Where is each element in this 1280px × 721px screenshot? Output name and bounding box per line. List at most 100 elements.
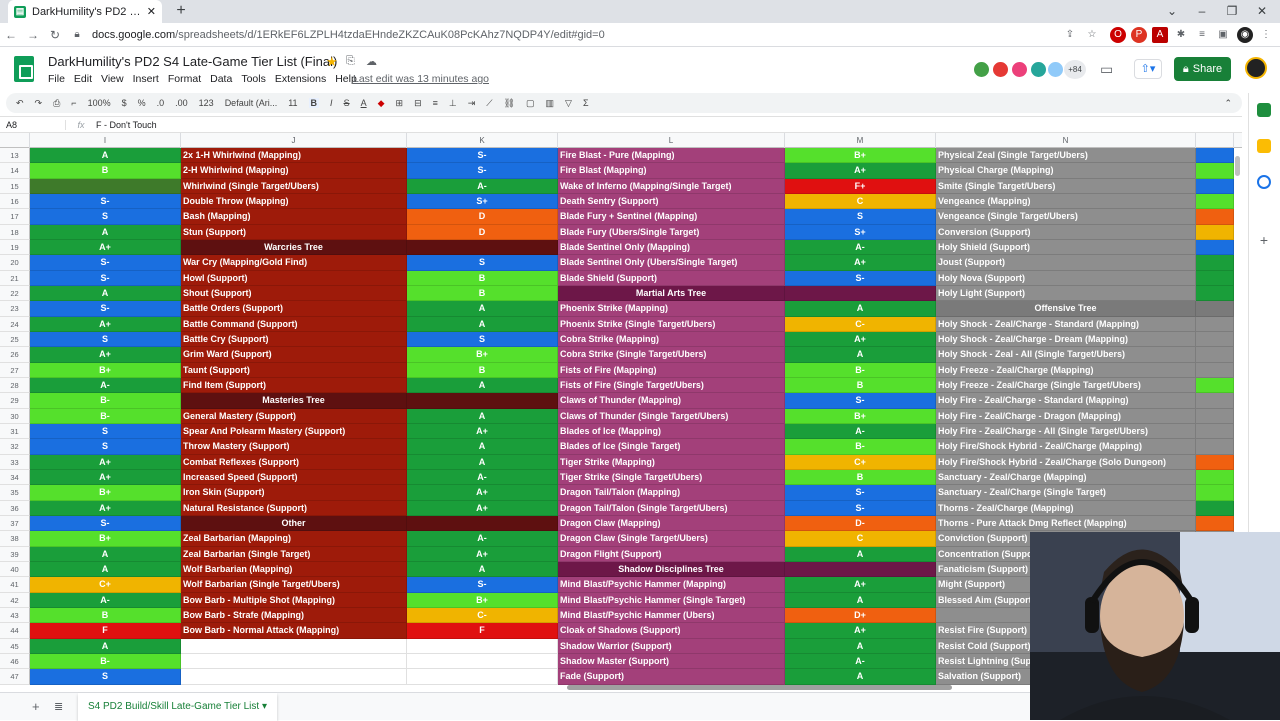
row-number[interactable]: 47: [0, 669, 30, 685]
skill-name-cell[interactable]: Fists of Fire (Mapping): [558, 362, 785, 378]
tier-cell[interactable]: A+: [30, 239, 181, 256]
skill-name-cell[interactable]: Bash (Mapping): [181, 209, 407, 225]
tier-cell[interactable]: A: [30, 638, 181, 654]
section-header-cell[interactable]: Offensive Tree: [936, 301, 1196, 317]
skill-name-cell[interactable]: Tiger Strike (Mapping): [558, 454, 785, 470]
add-sheet-icon[interactable]: +: [32, 699, 40, 714]
skill-name-cell[interactable]: Increased Speed (Support): [181, 469, 407, 486]
restore-icon[interactable]: ❐: [1222, 2, 1242, 20]
tier-cell[interactable]: S-: [30, 515, 181, 532]
tier-cell[interactable]: B+: [407, 592, 558, 608]
skill-name-cell[interactable]: Spear And Polearm Mastery (Support): [181, 423, 407, 440]
all-sheets-icon[interactable]: ≣: [54, 700, 63, 713]
tier-cell[interactable]: S-: [30, 270, 181, 286]
skill-name-cell[interactable]: Mind Blast/Psychic Hammer (Single Target…: [558, 592, 785, 608]
italic-button[interactable]: I: [330, 98, 333, 108]
increase-decimal-button[interactable]: .00: [175, 98, 188, 108]
vertical-scrollbar[interactable]: [1235, 156, 1240, 176]
tier-cell[interactable]: A: [30, 224, 181, 240]
new-tab-icon[interactable]: +: [172, 2, 190, 20]
add-addon-icon[interactable]: +: [1257, 233, 1271, 247]
tier-cell[interactable]: [1196, 454, 1234, 470]
row-number[interactable]: 41: [0, 577, 30, 593]
skill-name-cell[interactable]: Holy Light (Support): [936, 285, 1196, 302]
tier-cell[interactable]: A+: [407, 423, 558, 440]
tier-cell[interactable]: B+: [30, 531, 181, 547]
collapse-toolbar-icon[interactable]: ⌃: [1224, 98, 1232, 109]
tier-cell[interactable]: B: [785, 469, 936, 486]
filter-icon[interactable]: ▽: [565, 98, 572, 109]
skill-name-cell[interactable]: Blades of Ice (Single Target): [558, 439, 785, 455]
row-number[interactable]: 42: [0, 592, 30, 608]
tier-cell[interactable]: A+: [785, 331, 936, 348]
skill-name-cell[interactable]: Joust (Support): [936, 255, 1196, 271]
column-header-j[interactable]: J: [181, 133, 407, 148]
skill-name-cell[interactable]: Mind Blast/Psychic Hammer (Mapping): [558, 577, 785, 593]
tier-cell[interactable]: S-: [30, 255, 181, 271]
skill-name-cell[interactable]: Physical Zeal (Single Target/Ubers): [936, 148, 1196, 164]
row-number[interactable]: 14: [0, 163, 30, 179]
tier-cell[interactable]: [1196, 408, 1234, 424]
skill-name-cell[interactable]: Fists of Fire (Single Target/Ubers): [558, 377, 785, 394]
insert-link-icon[interactable]: ⛓: [504, 98, 515, 109]
section-header-cell[interactable]: [785, 561, 936, 578]
extension-opera-icon[interactable]: O: [1110, 27, 1126, 43]
account-avatar[interactable]: [1245, 57, 1267, 79]
skill-name-cell[interactable]: Blade Sentinel Only (Ubers/Single Target…: [558, 255, 785, 271]
tier-cell[interactable]: S: [407, 255, 558, 271]
insert-chart-icon[interactable]: ▥: [546, 98, 555, 109]
menu-extensions[interactable]: Extensions: [275, 73, 326, 85]
tier-cell[interactable]: A: [30, 561, 181, 578]
collaborator-count[interactable]: +84: [1064, 60, 1086, 79]
share-button[interactable]: 🔒︎ Share: [1174, 57, 1231, 81]
text-wrap-icon[interactable]: ⇥: [468, 98, 476, 109]
row-number[interactable]: 44: [0, 623, 30, 639]
skill-name-cell[interactable]: Shadow Warrior (Support): [558, 638, 785, 654]
tier-cell[interactable]: A: [407, 454, 558, 470]
tier-cell[interactable]: C-: [407, 607, 558, 624]
tier-cell[interactable]: S: [30, 669, 181, 685]
print-icon[interactable]: ⎙: [53, 98, 60, 109]
tier-cell[interactable]: [1196, 469, 1234, 486]
tier-cell[interactable]: A: [30, 546, 181, 562]
tier-cell[interactable]: F: [30, 623, 181, 639]
tier-cell[interactable]: [1196, 377, 1234, 394]
tier-cell[interactable]: A+: [30, 454, 181, 470]
horizontal-scrollbar[interactable]: [567, 685, 952, 690]
tier-cell[interactable]: A+: [30, 316, 181, 332]
skill-name-cell[interactable]: Dragon Claw (Mapping): [558, 515, 785, 532]
tier-cell[interactable]: S-: [785, 393, 936, 409]
tier-cell[interactable]: B+: [30, 485, 181, 501]
skill-name-cell[interactable]: Wolf Barbarian (Mapping): [181, 561, 407, 578]
skill-name-cell[interactable]: Cobra Strike (Single Target/Ubers): [558, 347, 785, 363]
tier-cell[interactable]: A+: [785, 163, 936, 179]
tier-cell[interactable]: S: [785, 209, 936, 225]
row-number[interactable]: 43: [0, 607, 30, 624]
tier-cell[interactable]: [1196, 285, 1234, 302]
more-formats-button[interactable]: 123: [199, 98, 214, 108]
menu-edit[interactable]: Edit: [74, 73, 92, 85]
skill-name-cell[interactable]: Stun (Support): [181, 224, 407, 240]
tier-cell[interactable]: S-: [30, 301, 181, 317]
skill-name-cell[interactable]: [181, 638, 407, 654]
tier-cell[interactable]: F+: [785, 178, 936, 194]
tier-cell[interactable]: B+: [785, 408, 936, 424]
decrease-decimal-button[interactable]: .0: [157, 98, 165, 108]
tier-cell[interactable]: S-: [407, 577, 558, 593]
tier-cell[interactable]: [1196, 423, 1234, 440]
skill-name-cell[interactable]: Holy Shock - Zeal/Charge - Dream (Mappin…: [936, 331, 1196, 348]
strikethrough-button[interactable]: S: [344, 98, 350, 108]
skill-name-cell[interactable]: Holy Fire - Zeal/Charge - Dragon (Mappin…: [936, 408, 1196, 424]
currency-format-button[interactable]: $: [122, 98, 127, 108]
skill-name-cell[interactable]: Shout (Support): [181, 285, 407, 302]
row-number[interactable]: 29: [0, 393, 30, 409]
share-page-icon[interactable]: ⇪: [1062, 27, 1078, 43]
tier-cell[interactable]: D: [407, 209, 558, 225]
tier-cell[interactable]: [407, 638, 558, 654]
row-number[interactable]: 39: [0, 546, 30, 562]
row-number[interactable]: 30: [0, 408, 30, 424]
skill-name-cell[interactable]: Holy Shield (Support): [936, 239, 1196, 256]
horizontal-align-icon[interactable]: ≡: [433, 98, 438, 108]
menu-tools[interactable]: Tools: [241, 73, 266, 85]
browser-menu-icon[interactable]: ⋮: [1258, 27, 1274, 43]
